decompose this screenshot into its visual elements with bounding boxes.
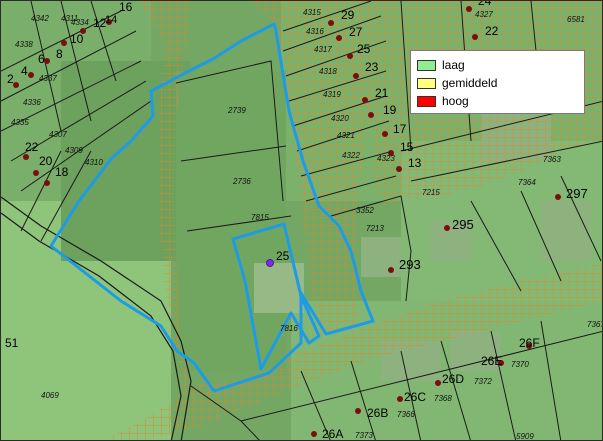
house-number: 17: [393, 122, 407, 136]
legend-swatch-gemiddeld: [417, 77, 436, 89]
parcel-id: 7368: [434, 394, 452, 403]
parcel-id: 4336: [23, 98, 41, 107]
parcel-id: 7213: [366, 224, 384, 233]
parcel-id: 2739: [227, 106, 246, 115]
house-number: 22: [25, 140, 39, 154]
map-legend: laag gemiddeld hoog: [410, 50, 585, 114]
house-number: 4: [21, 64, 28, 78]
legend-item-gemiddeld: gemiddeld: [417, 74, 578, 92]
house-number: 295: [452, 217, 474, 232]
parcel-id: 4069: [41, 391, 59, 400]
parcel-id: 5909: [516, 432, 534, 441]
house-number: 22: [485, 24, 499, 38]
legend-swatch-laag: [417, 59, 436, 71]
legend-label-laag: laag: [442, 58, 465, 72]
house-number: 297: [566, 186, 588, 201]
house-number: 25: [357, 42, 371, 56]
parcel-id: 7815: [251, 213, 269, 222]
parcel-id: 4318: [319, 67, 337, 76]
parcel-id: 4320: [331, 114, 349, 123]
parcel-id: 4309: [65, 146, 83, 155]
house-number: 27: [349, 25, 363, 39]
house-number: 2: [7, 72, 14, 86]
house-number: 20: [39, 154, 53, 168]
parcel-id: 4316: [306, 27, 324, 36]
house-number: 6: [38, 52, 45, 66]
parcel-id: 4307: [49, 130, 67, 139]
parcel-id: 7373: [355, 431, 373, 440]
parcel-id: 7816: [280, 324, 298, 333]
address-point[interactable]: [266, 259, 274, 267]
house-number: 8: [56, 47, 63, 61]
parcel-id: 4342: [31, 14, 49, 23]
house-number: 18: [55, 165, 69, 179]
house-number: 25: [276, 249, 290, 263]
parcel-id: 7363: [543, 155, 561, 164]
house-number: 26D: [442, 372, 464, 386]
parcel-id: 7367: [587, 320, 603, 329]
parcel-id: 7372: [474, 377, 492, 386]
house-number: 15: [400, 140, 414, 154]
house-number: 14: [105, 14, 117, 26]
house-number: 26F: [519, 336, 540, 350]
house-number: 23: [365, 60, 379, 74]
house-number: 26B: [367, 406, 388, 420]
house-number: 16: [119, 1, 133, 14]
parcel-id: 4337: [39, 74, 57, 83]
parcel-id: 7370: [511, 360, 529, 369]
house-number: 29: [341, 8, 355, 22]
parcel-id: 4319: [323, 90, 341, 99]
house-number: 26A: [322, 427, 343, 441]
house-number: 13: [408, 156, 422, 170]
house-number: 19: [383, 103, 397, 117]
parcel-id: 7366: [397, 410, 415, 419]
house-number: 293: [399, 257, 421, 272]
legend-item-hoog: hoog: [417, 92, 578, 110]
parcel-id: 3352: [356, 206, 374, 215]
parcel-id: 4323: [377, 154, 395, 163]
parcel-id: 4338: [15, 40, 33, 49]
parcel-id: 4321: [337, 131, 355, 140]
parcel-id: 4322: [342, 151, 360, 160]
parcel-id: 4317: [314, 45, 332, 54]
legend-label-hoog: hoog: [442, 94, 469, 108]
legend-item-laag: laag: [417, 56, 578, 74]
parcel-id: 6581: [567, 15, 585, 24]
parcel-id: 2736: [232, 177, 251, 186]
house-number: 21: [375, 86, 389, 100]
legend-swatch-hoog: [417, 95, 436, 107]
house-number: 10: [70, 32, 84, 46]
house-number: 26E: [481, 354, 502, 368]
parcel-id: 7215: [422, 188, 440, 197]
house-number: 26C: [404, 390, 426, 404]
parcel-id: 4315: [303, 8, 321, 17]
parcel-id: 4327: [475, 10, 493, 19]
legend-label-gemiddeld: gemiddeld: [442, 76, 498, 90]
house-number: 24: [478, 1, 492, 8]
parcel-id: 7364: [518, 178, 536, 187]
parcel-id: 4310: [85, 158, 103, 167]
parcel-id: 4335: [11, 118, 29, 127]
house-number: 51: [5, 336, 19, 350]
parcel-id: 4311: [61, 14, 78, 23]
map-view[interactable]: 16 12 14 10 8 6 4 2 22 20 18 29 27 25 23…: [0, 0, 603, 441]
